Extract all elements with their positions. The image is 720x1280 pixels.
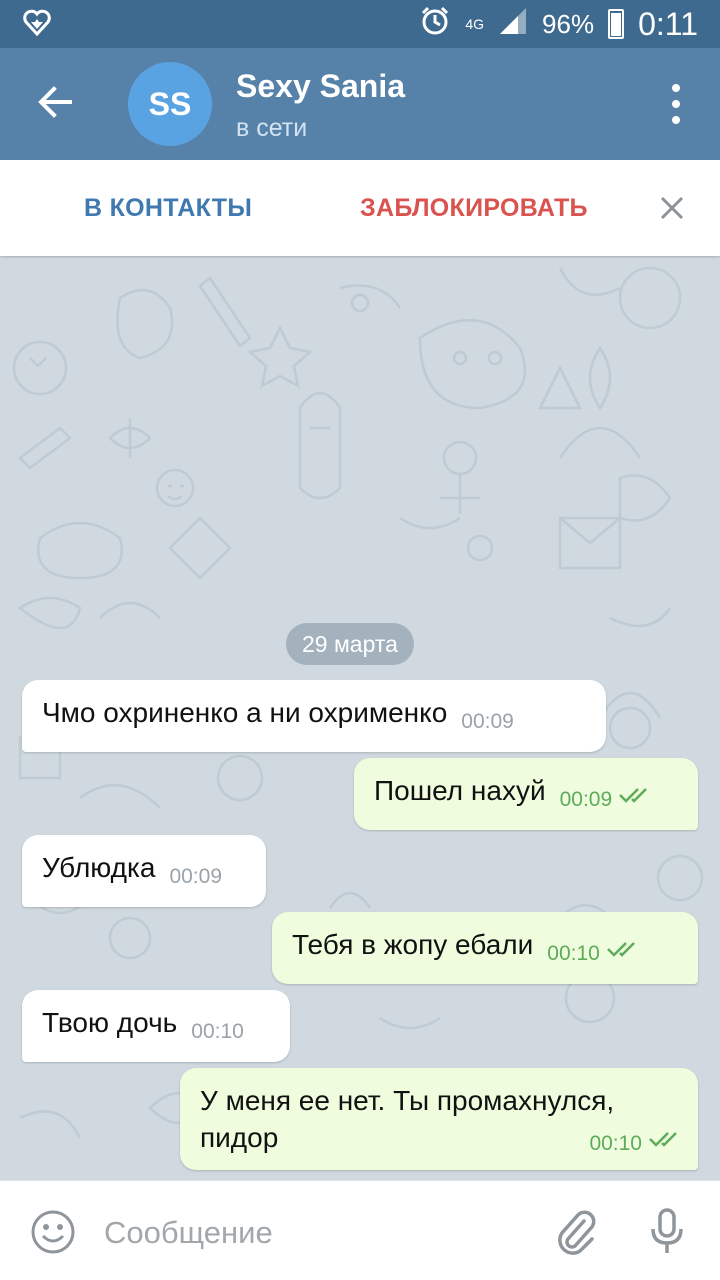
network-type: 4G [465,16,485,32]
message-outgoing[interactable]: Тебя в жопу ебали 00:10 [272,912,698,984]
spam-action-bar: В КОНТАКТЫ ЗАБЛОКИРОВАТЬ [0,160,720,256]
message-time: 00:10 [547,942,600,965]
message-time: 00:09 [461,710,514,733]
read-checkmarks-icon [619,788,648,803]
message-text: Чмо охриненко а ни охрименко [42,697,448,728]
read-checkmarks-icon [606,942,635,957]
message-incoming[interactable]: Твою дочь 00:10 [22,990,290,1062]
message-text: Ублюдка [42,852,156,883]
signal-icon [498,6,528,43]
message-incoming[interactable]: Чмо охриненко а ни охрименко 00:09 [22,680,606,752]
chat-header: SS Sexy Sania в сети [0,48,720,160]
message-input-bar: Сообщение [0,1180,720,1280]
message-outgoing[interactable]: Пошел нахуй 00:09 [354,758,698,830]
status-bar: 4G 96% 0:11 [0,0,720,48]
battery-icon [608,9,625,39]
online-status: в сети [236,114,308,142]
read-checkmarks-icon [649,1132,677,1147]
message-time: 00:09 [169,865,223,888]
chat-area[interactable]: 29 марта Чмо охриненко а ни охрименко 00:… [0,258,720,1180]
emoji-icon[interactable] [30,1209,76,1255]
message-input[interactable]: Сообщение [104,1215,273,1251]
message-text: У меня ее нет. Ты промахнулся, пидор [200,1085,615,1153]
message-text: Твою дочь [42,1007,178,1038]
battery-percent: 96% [542,8,595,39]
add-to-contacts-button[interactable]: В КОНТАКТЫ [84,194,252,223]
alarm-icon [419,5,451,44]
chat-title[interactable]: Sexy Sania [236,68,405,105]
close-icon[interactable] [656,192,688,229]
message-time: 00:09 [559,788,613,811]
message-incoming[interactable]: Ублюдка 00:09 [22,835,266,907]
message-outgoing[interactable]: У меня ее нет. Ты промахнулся, пидор 00:… [180,1068,698,1170]
attach-icon[interactable] [554,1207,598,1255]
microphone-icon[interactable] [650,1207,684,1257]
message-time: 00:10 [191,1020,244,1043]
heart-icon [22,8,52,45]
date-separator: 29 марта [286,623,414,665]
block-user-button[interactable]: ЗАБЛОКИРОВАТЬ [360,194,588,223]
clock: 0:11 [638,5,698,42]
avatar[interactable]: SS [128,62,212,146]
back-arrow-icon[interactable] [34,80,78,124]
more-menu-icon[interactable] [668,84,684,124]
message-text: Тебя в жопу ебали [292,929,534,960]
avatar-initials: SS [148,85,192,122]
message-text: Пошел нахуй [374,775,546,806]
message-time: 00:10 [589,1132,642,1155]
